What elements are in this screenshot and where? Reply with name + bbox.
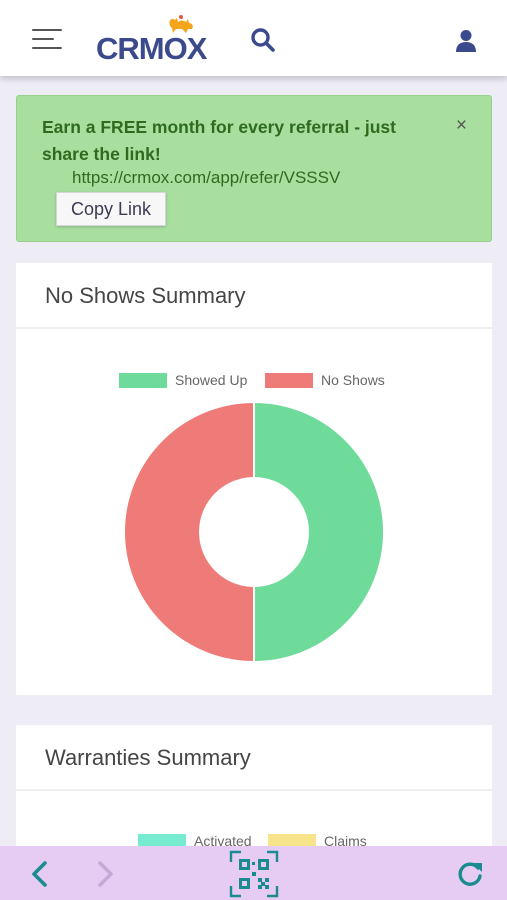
card-title: No Shows Summary	[16, 263, 492, 329]
no-shows-summary-card: No Shows Summary Showed Up No Shows	[16, 263, 492, 695]
warranties-summary-card: Warranties Summary Activated Claims	[16, 725, 492, 855]
qr-code-icon[interactable]	[229, 850, 279, 898]
referral-message: Earn a FREE month for every referral - j…	[42, 117, 396, 164]
legend-label: No Shows	[321, 372, 385, 388]
chevron-left-icon[interactable]	[27, 859, 51, 889]
search-icon[interactable]	[250, 27, 276, 53]
user-icon[interactable]	[455, 29, 477, 53]
copy-link-button[interactable]: Copy Link	[56, 192, 166, 226]
legend-label: Showed Up	[175, 372, 248, 388]
hamburger-menu-icon[interactable]	[32, 27, 64, 51]
legend-swatch	[265, 373, 313, 388]
close-icon[interactable]: ×	[456, 116, 467, 136]
chart-legend: Showed Up No Shows	[16, 371, 492, 389]
referral-alert: Earn a FREE month for every referral - j…	[16, 95, 492, 242]
slice-no-shows[interactable]	[123, 401, 255, 663]
card-title: Warranties Summary	[16, 725, 492, 791]
bottom-nav-bar	[0, 846, 507, 900]
legend-swatch	[119, 373, 167, 388]
slice-showed-up[interactable]	[253, 401, 385, 663]
refresh-icon[interactable]	[456, 860, 484, 888]
chevron-right-icon	[98, 861, 113, 887]
referral-link[interactable]: https://crmox.com/app/refer/VSSSV	[72, 168, 340, 188]
top-bar: CRMOX	[0, 0, 507, 76]
crmox-logo[interactable]: CRMOX	[96, 14, 218, 64]
bull-logo-icon	[169, 15, 193, 33]
logo-text: CRMOX	[96, 31, 207, 66]
no-shows-doughnut-chart[interactable]	[123, 401, 385, 663]
